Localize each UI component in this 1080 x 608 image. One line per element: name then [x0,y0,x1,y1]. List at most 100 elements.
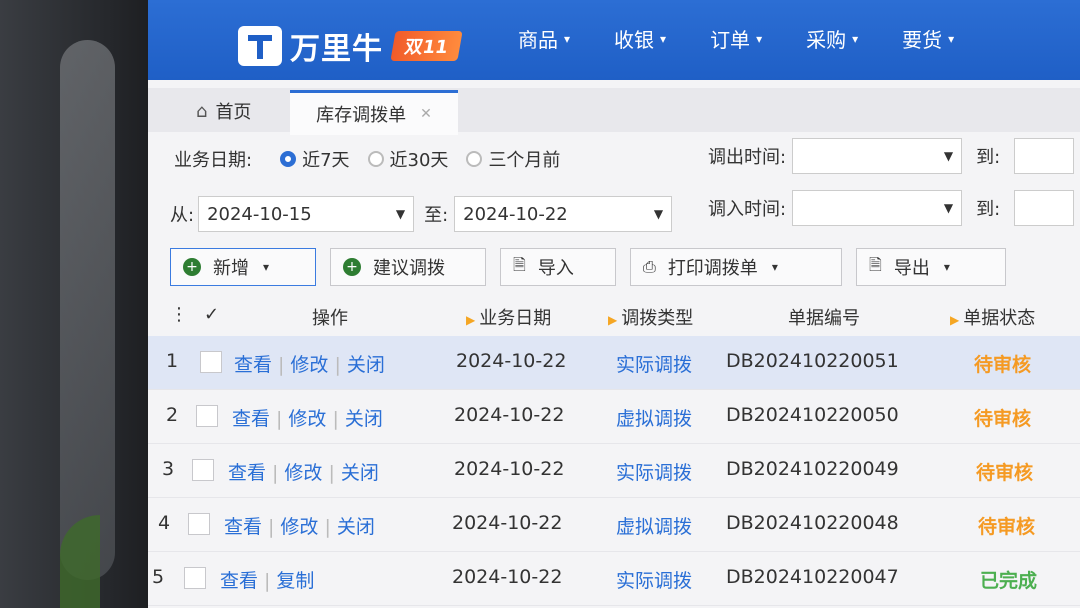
edit-link[interactable]: 修改 [288,408,326,430]
edit-link[interactable]: 修改 [284,462,322,484]
main-nav: 商品 ▾ 收银 ▾ 订单 ▾ 采购 ▾ 要货 ▾ [518,24,998,53]
sort-icon: ▶ [950,313,960,327]
in-time-end-select[interactable] [1014,190,1075,226]
close-link[interactable]: 关闭 [341,462,379,484]
table-header: ⋮ ✓ 操作 ▶ 业务日期 ▶ 调拨类型 单据编号 ▶ 单据状态 [148,296,1080,336]
sort-icon: ▶ [608,313,618,327]
status-badge: 已完成 [980,570,1038,592]
print-transfer-button[interactable]: ⎙ 打印调拨单 ▾ [630,248,842,286]
edit-link[interactable]: 修改 [290,354,328,376]
nav-item-orders[interactable]: 订单 ▾ [710,24,762,53]
chevron-down-icon: ▾ [852,31,859,46]
in-time-to-label: 到: [976,199,1001,220]
row-checkbox[interactable] [192,459,214,481]
table-row[interactable]: 2 查看 | 修改 | 关闭 2024-10-22 虚拟调拨 DB20241022005… [148,390,1080,444]
out-time-label: 调出时间: [708,147,787,168]
row-type: 虚拟调拨 [616,408,693,430]
excel-file-icon: 🗎 [869,254,882,274]
radio-checked-icon [280,151,297,167]
date-from-to-row: 从: 2024-10-15 ▼ 至: 2024-10-22 ▼ [170,196,673,232]
chevron-down-icon: ▼ [395,207,406,221]
brand-logo[interactable]: 万里牛 双11 [238,24,463,68]
row-doc-no: DB202410220051 [726,350,899,372]
close-link[interactable]: 关闭 [345,408,383,430]
view-link[interactable]: 查看 [234,354,272,376]
table-row[interactable]: 5 查看 | 复制 2024-10-22 实际调拨 DB202410220047 已… [148,552,1080,606]
brand-logo-icon [238,26,282,66]
in-time-start-select[interactable]: ▼ [792,190,963,226]
chevron-down-icon: ▾ [564,31,571,46]
row-checkbox[interactable] [188,513,210,535]
nav-item-cashier[interactable]: 收银 ▾ [614,24,666,53]
radio-last-30-days[interactable]: 近30天 [367,146,448,172]
header-date[interactable]: ▶ 业务日期 [466,304,551,330]
view-link[interactable]: 查看 [220,570,258,592]
copy-link[interactable]: 复制 [276,570,314,592]
close-link[interactable]: 关闭 [347,354,385,376]
date-to-select[interactable]: 2024-10-22 ▼ [454,196,673,232]
chevron-down-icon: ▾ [263,260,270,274]
nav-item-purchase[interactable]: 采购 ▾ [806,24,858,53]
nav-item-requisition[interactable]: 要货 ▾ [902,24,954,53]
chevron-down-icon: ▼ [943,201,954,215]
select-all-check-icon[interactable]: ✓ [204,304,219,325]
date-range-radios: 业务日期: 近7天 近30天 三个月前 [174,146,578,172]
row-type: 实际调拨 [616,354,693,376]
view-link[interactable]: 查看 [224,516,262,538]
status-badge: 待审核 [974,354,1032,376]
biz-date-label: 业务日期: [174,150,253,171]
radio-three-months-ago[interactable]: 三个月前 [466,146,560,172]
chevron-down-icon: ▾ [943,260,950,274]
to-label: 至: [424,205,449,226]
out-time-end-select[interactable] [1014,138,1075,174]
reflection-glow [60,40,115,580]
close-icon[interactable]: ✕ [420,106,432,122]
row-checkbox[interactable] [196,405,218,427]
radio-last-7-days[interactable]: 近7天 [280,146,350,172]
row-date: 2024-10-22 [452,566,563,588]
row-doc-no: DB202410220049 [726,458,899,480]
row-date: 2024-10-22 [454,458,565,480]
date-from-select[interactable]: 2024-10-15 ▼ [198,196,415,232]
status-badge: 待审核 [978,516,1036,538]
out-time-to-label: 到: [976,147,1001,168]
row-checkbox[interactable] [184,567,206,589]
column-menu-icon[interactable]: ⋮ [170,304,188,325]
row-index: 4 [158,512,171,534]
filter-panel: 业务日期: 近7天 近30天 三个月前 调出时间: ▼ 到: 从: 2024-1… [148,138,1080,238]
sort-icon: ▶ [466,313,476,327]
header-status[interactable]: ▶ 单据状态 [950,304,1035,330]
chevron-down-icon: ▾ [756,31,763,46]
edit-link[interactable]: 修改 [280,516,318,538]
nav-item-products[interactable]: 商品 ▾ [518,24,570,53]
home-icon: ⌂ [196,100,208,122]
table-row[interactable]: 4 查看 | 修改 | 关闭 2024-10-22 虚拟调拨 DB20241022004… [148,498,1080,552]
row-date: 2024-10-22 [454,404,565,426]
tab-stock-transfer[interactable]: 库存调拨单 ✕ [290,90,458,135]
suggest-transfer-button[interactable]: + 建议调拨 [330,248,486,286]
out-time-start-select[interactable]: ▼ [792,138,963,174]
tab-home[interactable]: ⌂ 首页 [196,90,251,132]
promo-badge: 双11 [390,31,463,61]
header-ops: 操作 [312,308,348,329]
table-row[interactable]: 1 查看 | 修改 | 关闭 2024-10-22 实际调拨 DB20241022005… [148,336,1080,390]
row-ops: 查看 | 修改 | 关闭 [228,462,379,484]
status-badge: 待审核 [974,408,1032,430]
row-ops: 查看 | 修改 | 关闭 [234,354,385,376]
view-link[interactable]: 查看 [228,462,266,484]
add-button[interactable]: + 新增 ▾ [170,248,316,286]
row-checkbox[interactable] [200,351,222,373]
view-link[interactable]: 查看 [232,408,270,430]
chevron-down-icon: ▾ [948,31,955,46]
in-time-row: 调入时间: ▼ 到: [708,190,1075,226]
import-button[interactable]: 🗎 导入 [500,248,616,286]
header-type[interactable]: ▶ 调拨类型 [608,304,693,330]
action-toolbar: + 新增 ▾ + 建议调拨 🗎 导入 ⎙ 打印调拨单 ▾ 🗎 导出 ▾ [170,248,1020,286]
row-index: 1 [166,350,179,372]
table-row[interactable]: 3 查看 | 修改 | 关闭 2024-10-22 实际调拨 DB20241022004… [148,444,1080,498]
close-link[interactable]: 关闭 [337,516,375,538]
row-index: 2 [166,404,179,426]
chevron-down-icon: ▼ [943,149,954,163]
export-button[interactable]: 🗎 导出 ▾ [856,248,1006,286]
row-date: 2024-10-22 [452,512,563,534]
